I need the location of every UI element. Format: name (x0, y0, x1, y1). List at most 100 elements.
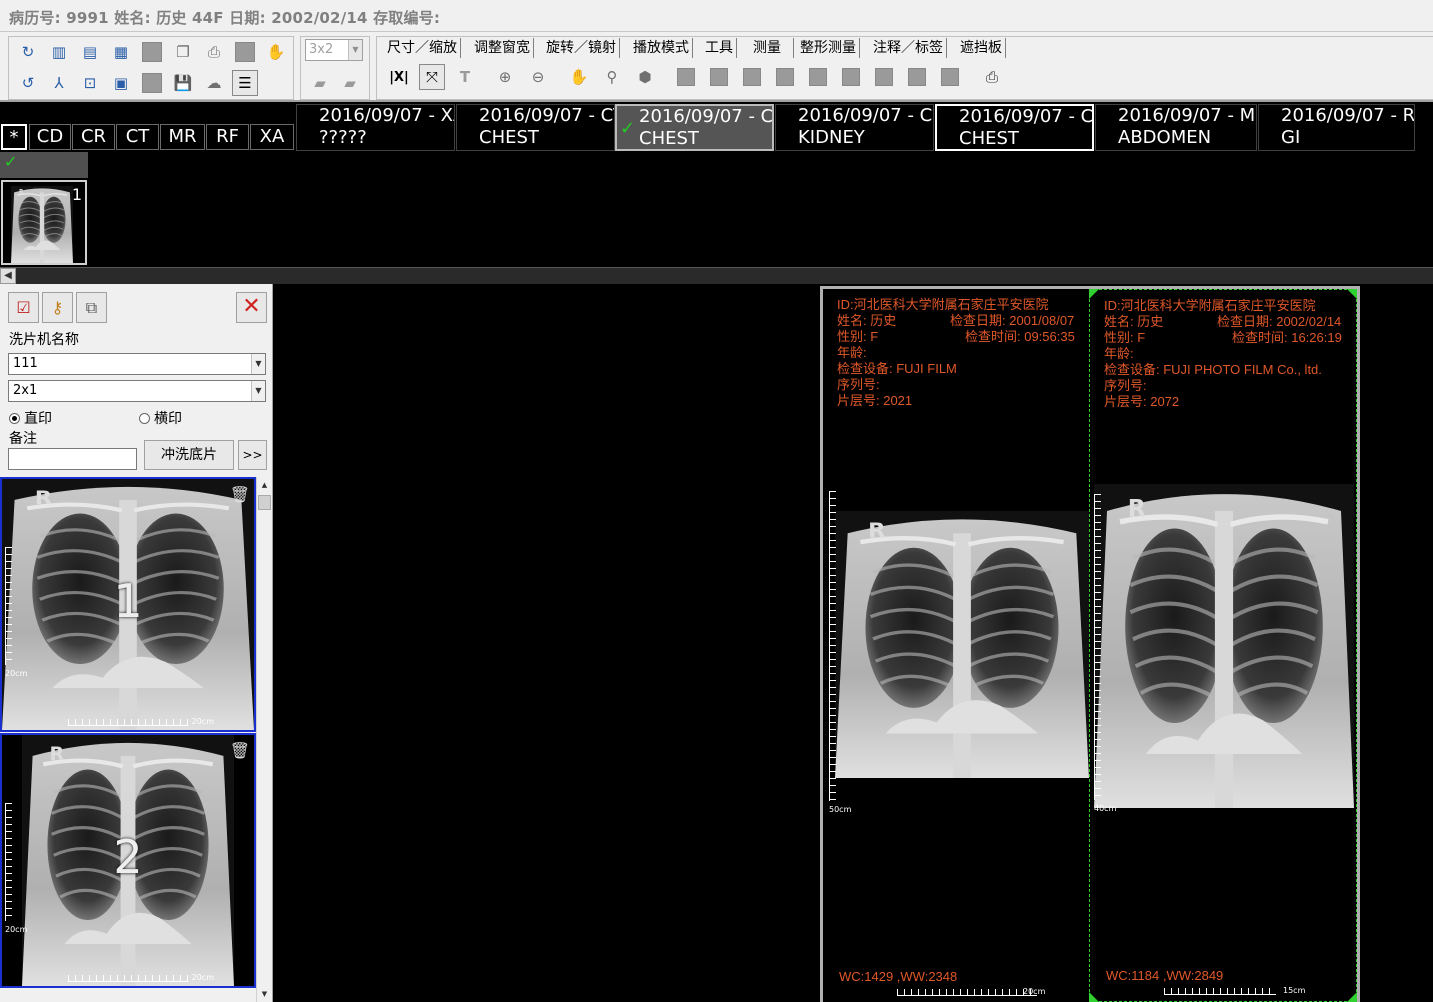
portrait-radio[interactable]: 直印 (9, 408, 52, 428)
zoom-out-icon[interactable]: ⊖ (525, 64, 551, 90)
scrollbar-thumb[interactable] (258, 495, 271, 510)
layout-bottom-icon[interactable]: ▣ (108, 70, 134, 96)
list-icon[interactable]: ☰ (232, 70, 258, 96)
study-tab[interactable]: 2016/09/07 - CD KIDNEY (775, 104, 934, 151)
thumbnail-scrollbar[interactable]: ◀ (0, 267, 1433, 284)
film-cell-left[interactable]: ID:河北医科大学附属石家庄平安医院 姓名: 历史 检查日期: 2001/08/0… (823, 289, 1089, 1002)
layout-left-icon[interactable]: ▥ (46, 39, 72, 65)
export-icon: ▰ (344, 74, 356, 92)
close-icon[interactable]: ✕ (236, 292, 267, 323)
vertical-scale-label: 20cm (5, 669, 28, 678)
fit-screen-icon[interactable]: ⤧ (419, 64, 445, 90)
modality-cr[interactable]: CR (72, 124, 115, 150)
region-zoom-icon[interactable]: ⬢ (632, 64, 658, 90)
film-preview-1[interactable]: 🗑 1 20cm 20cm (0, 477, 256, 732)
zoom-in-icon[interactable]: ⊕ (492, 64, 518, 90)
printer-select[interactable]: 111 ▼ (8, 353, 266, 375)
toolbar: ↻ ▥ ▤ ▦ ❐ ⎙ ✋ ↺ ⅄ ⊡ ▣ 💾 ☁ ☰ 3x2 ▼ ▰ ▰ 尺寸… (0, 32, 1433, 102)
layout-right-icon[interactable]: ▤ (77, 39, 103, 65)
vertical-scale-label: 50cm (829, 805, 852, 814)
tab-play-mode[interactable]: 播放模式 (630, 38, 693, 58)
chest-xray-image (835, 511, 1089, 778)
layout-top-icon[interactable]: ▦ (108, 39, 134, 65)
layout-icon[interactable]: ⧉ (76, 292, 107, 323)
study-tab[interactable]: 2016/09/07 - MR ABDOMEN (1095, 104, 1257, 151)
more-button[interactable]: >> (238, 440, 267, 470)
study-tab[interactable]: 2016/09/07 - XA ????? (296, 104, 455, 151)
copy-icon[interactable]: ❐ (170, 39, 196, 65)
modality-rf[interactable]: RF (206, 124, 249, 150)
film-list-scrollbar[interactable]: ▲ ▼ (256, 477, 272, 1002)
study-bar: * CD CR CT MR RF XA 2016/09/07 - XA ????… (0, 102, 1433, 152)
study-tab[interactable]: 2016/09/07 - RF GI (1258, 104, 1415, 151)
magnifier-icon[interactable]: ⚲ (599, 64, 625, 90)
folder-icon: ▰ (314, 74, 326, 92)
tab-window-level[interactable]: 调整窗宽 (471, 38, 534, 58)
check-film-icon[interactable]: ☑ (8, 292, 39, 323)
portrait-label: 直印 (24, 411, 52, 427)
check-icon: ✓ (620, 118, 636, 139)
modality-ct[interactable]: CT (116, 124, 159, 150)
hospital-id: ID:河北医科大学附属石家庄平安医院 (1104, 298, 1316, 313)
tab-measure[interactable]: 测量 (750, 38, 794, 58)
rotate-cw-icon[interactable]: ↻ (15, 39, 41, 65)
actual-size-icon[interactable]: |X| (386, 64, 412, 90)
trash-icon[interactable]: 🗑 (230, 741, 250, 760)
key-icon[interactable]: ⚷ (42, 292, 73, 323)
film-print-icon[interactable]: ⎙ (979, 64, 1005, 90)
horizontal-scale-label: 20cm (191, 717, 214, 726)
study-tab[interactable]: 2016/09/07 - CT CHEST (456, 104, 615, 151)
series-number: 1 (71, 185, 82, 204)
modality-all[interactable]: * (1, 124, 27, 150)
modality-mr[interactable]: MR (160, 124, 205, 150)
chevron-up-icon[interactable]: ▲ (258, 478, 271, 492)
exam-time: 检查时间: 16:26:19 (1232, 330, 1342, 345)
film-format-select[interactable]: 2x1 ▼ (8, 380, 266, 402)
film-format-value: 2x1 (13, 383, 38, 398)
chevron-down-icon[interactable]: ▼ (258, 987, 271, 1001)
vertical-scale-label: 20cm (5, 925, 28, 934)
horizontal-ruler (68, 974, 188, 982)
study-tab-current[interactable]: 2016/09/07 - CR CHEST (935, 104, 1094, 151)
tab-ortho-measure[interactable]: 整形测量 (797, 38, 860, 58)
modality-cd[interactable]: CD (29, 124, 71, 150)
memo-input[interactable] (8, 448, 137, 470)
chest-xray-thumbnail (11, 186, 73, 263)
print-film-button[interactable]: 冲洗底片 (144, 440, 234, 470)
trash-icon[interactable]: 🗑 (230, 485, 250, 504)
tab-tools[interactable]: 工具 (702, 38, 737, 58)
vertical-ruler (1094, 494, 1102, 800)
patient-name: 姓名: 历史 (1104, 314, 1164, 329)
modality-xa[interactable]: XA (250, 124, 294, 150)
print-icon[interactable]: ⎙ (201, 39, 227, 65)
chevron-left-icon[interactable]: ◀ (0, 268, 16, 284)
pan-hand-icon[interactable]: ✋ (566, 64, 592, 90)
hospital-id: ID:河北医科大学附属石家庄平安医院 (837, 297, 1049, 312)
vertical-scale-label: 40cm (1094, 804, 1117, 813)
study-tab-selected[interactable]: ✓ 2016/09/07 - CR CHEST (615, 104, 774, 151)
hand-tool-icon[interactable]: ✋ (263, 39, 289, 65)
study-desc: GI (1281, 127, 1301, 148)
patient-age: 年龄: (1104, 346, 1134, 361)
text-tool-icon[interactable]: T (452, 64, 478, 90)
exam-date: 检查日期: 2002/02/14 (1217, 314, 1342, 329)
disabled-tool-icon-2 (232, 39, 258, 65)
angle-tool-icon[interactable]: ⅄ (46, 70, 72, 96)
landscape-radio[interactable]: 横印 (139, 408, 182, 428)
film-cell-right[interactable]: ID:河北医科大学附属石家庄平安医院 姓名: 历史 检查日期: 2002/02/1… (1089, 289, 1357, 1002)
chevron-down-icon: ▼ (348, 40, 362, 60)
chevron-down-icon: ▼ (251, 354, 265, 374)
save-icon[interactable]: 💾 (170, 70, 196, 96)
cloud-icon[interactable]: ☁ (201, 70, 227, 96)
tab-rotate-mirror[interactable]: 旋转／镜射 (543, 38, 620, 58)
tab-size-zoom[interactable]: 尺寸／缩放 (384, 38, 461, 58)
tab-annotation[interactable]: 注释／标签 (870, 38, 947, 58)
rotate-ccw-icon[interactable]: ↺ (15, 70, 41, 96)
tab-shutter[interactable]: 遮挡板 (957, 38, 1006, 58)
fit-icon[interactable]: ⊡ (77, 70, 103, 96)
study-desc: CHEST (639, 128, 699, 149)
disabled-btn-5 (805, 64, 831, 90)
layout-select[interactable]: 3x2 ▼ (305, 39, 363, 61)
series-thumbnail[interactable]: 1 (1, 180, 87, 265)
film-preview-2[interactable]: 🗑 2 20cm 20cm (0, 733, 256, 988)
